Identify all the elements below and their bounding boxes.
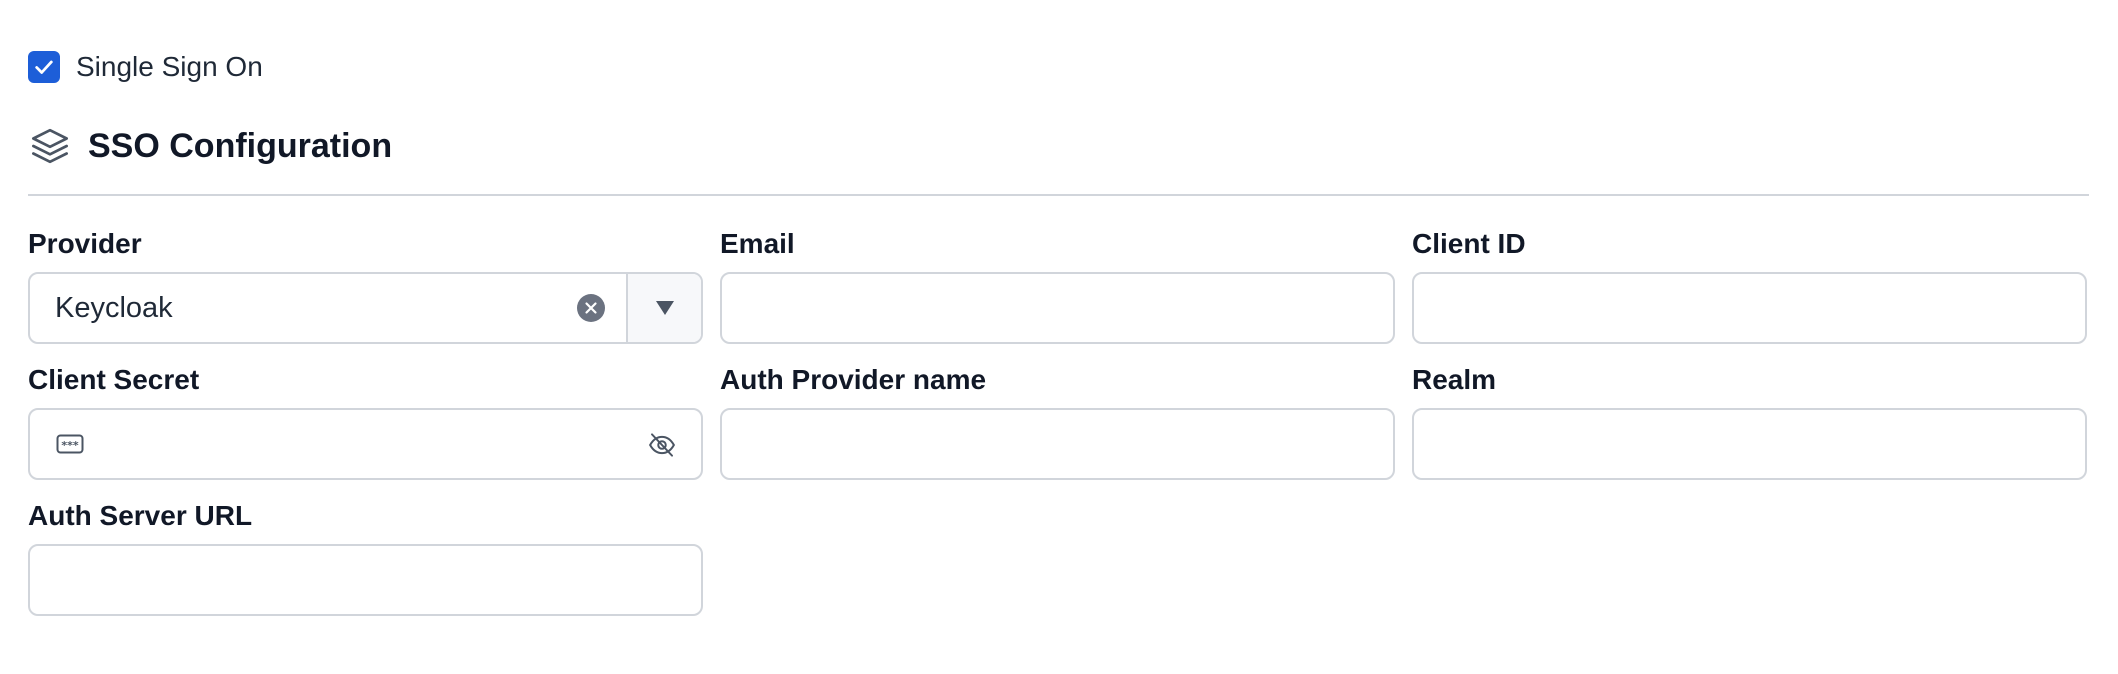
realm-field[interactable] xyxy=(1412,408,2087,480)
client-secret-label: Client Secret xyxy=(28,364,200,395)
layers-icon xyxy=(30,126,70,166)
email-field[interactable] xyxy=(720,272,1395,344)
realm-label: Realm xyxy=(1412,364,1497,395)
caret-down-icon xyxy=(655,301,674,315)
check-icon xyxy=(35,60,53,74)
eye-off-icon[interactable] xyxy=(647,430,677,460)
svg-text:***: *** xyxy=(61,439,79,452)
provider-label: Provider xyxy=(28,228,142,259)
auth-provider-name-label: Auth Provider name xyxy=(720,364,987,395)
section-title: SSO Configuration xyxy=(88,126,393,165)
single-sign-on-toggle[interactable]: Single Sign On xyxy=(28,50,263,84)
section-divider xyxy=(28,194,2089,196)
auth-server-url-label: Auth Server URL xyxy=(28,500,253,531)
single-sign-on-label: Single Sign On xyxy=(76,51,263,82)
provider-select[interactable]: Keycloak xyxy=(28,272,703,344)
email-label: Email xyxy=(720,228,795,259)
client-id-field[interactable] xyxy=(1412,272,2087,344)
single-sign-on-checkbox[interactable] xyxy=(28,51,60,83)
password-mask-icon: *** xyxy=(56,434,84,454)
clear-selection-icon[interactable] xyxy=(577,294,605,322)
provider-dropdown-toggle[interactable] xyxy=(626,274,701,342)
provider-selected-value: Keycloak xyxy=(55,292,173,324)
client-secret-field[interactable]: *** xyxy=(28,408,703,480)
auth-provider-name-field[interactable] xyxy=(720,408,1395,480)
section-header: SSO Configuration xyxy=(30,122,392,170)
auth-server-url-field[interactable] xyxy=(28,544,703,616)
client-id-label: Client ID xyxy=(1412,228,1526,259)
